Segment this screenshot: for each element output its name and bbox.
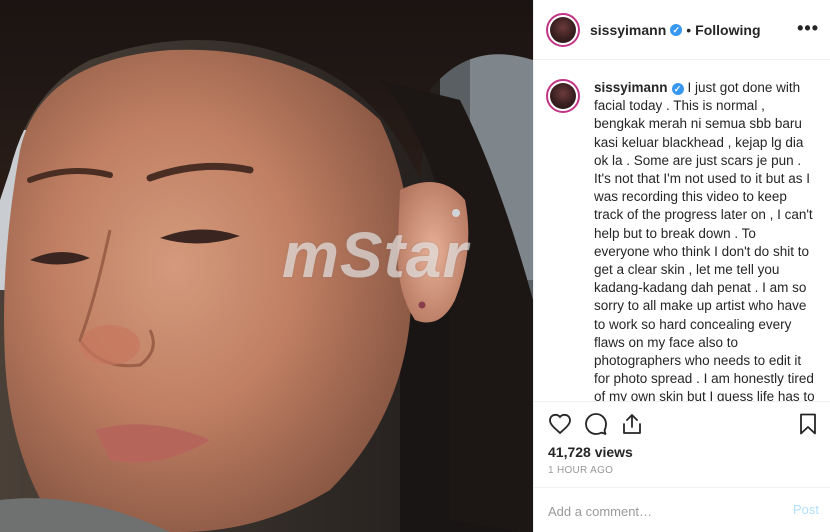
timestamp[interactable]: 1 HOUR AGO [548,465,613,476]
post-header: sissyimann ✓ • Following ••• [534,0,830,60]
caption: sissyimann ✓ I just got done with facial t… [594,79,815,401]
caption-section: sissyimann ✓ I just got done with facial t… [534,61,830,401]
separator-dot: • [686,21,692,38]
post-side-panel: sissyimann ✓ • Following ••• sissyimann ✓… [533,0,830,532]
watermark-logo: mStar [282,219,469,291]
post-comment-button[interactable]: Post [793,502,819,517]
verified-badge-icon: ✓ [670,23,683,36]
heart-icon[interactable] [548,412,572,436]
following-button[interactable]: Following [695,22,760,38]
action-icons-row [548,412,818,438]
caption-body: I just got done with facial today . This… [594,80,815,401]
avatar[interactable] [546,12,580,47]
username-link[interactable]: sissyimann [590,22,666,38]
share-icon[interactable] [620,412,644,436]
verified-badge-icon: ✓ [671,83,684,95]
more-options-icon[interactable]: ••• [797,18,819,38]
comment-input[interactable] [548,501,778,521]
comment-form: Post [534,487,830,532]
view-count[interactable]: 41,728 views [548,444,633,460]
caption-username-link[interactable]: sissyimann [594,80,668,95]
comment-icon[interactable] [584,412,608,436]
bookmark-icon[interactable] [796,412,820,436]
post-actions: 41,728 views 1 HOUR AGO [534,401,830,487]
post-photo[interactable]: mStar [0,0,533,532]
caption-avatar[interactable] [546,79,580,113]
